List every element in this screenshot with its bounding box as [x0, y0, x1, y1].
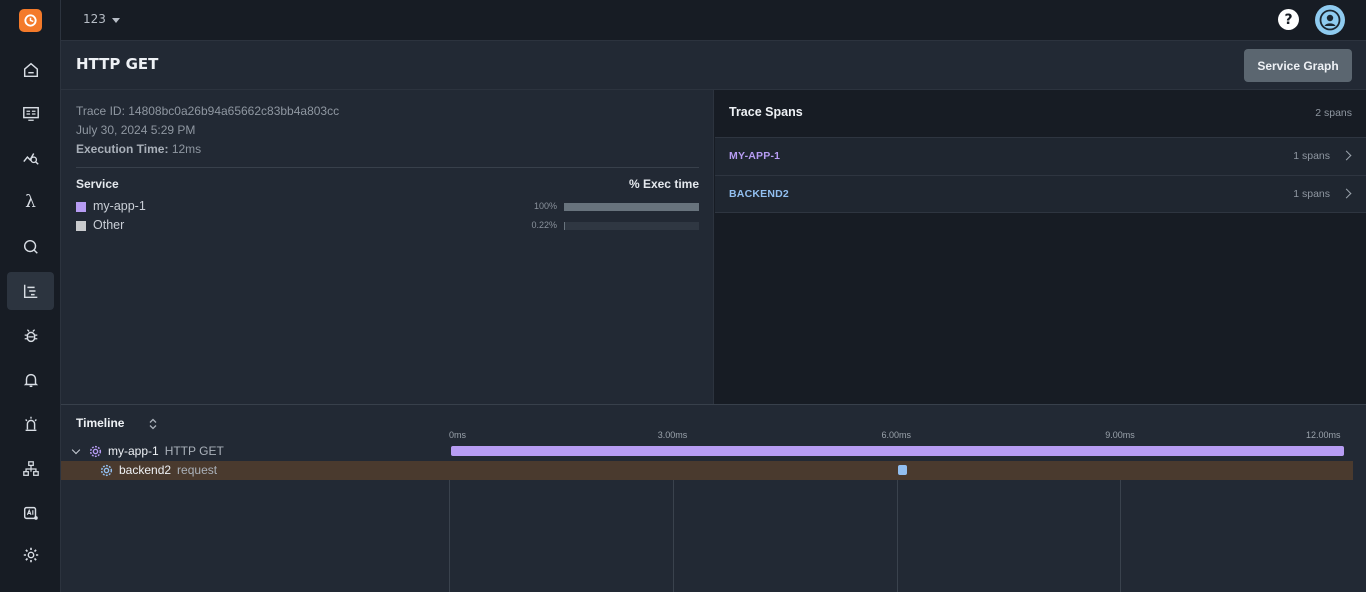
- trace-info-panel: Trace ID: 14808bc0a26b94a65662c83bb4a803…: [61, 90, 713, 404]
- topbar: 123 ?: [61, 0, 1366, 41]
- nav-ai-icon[interactable]: [7, 494, 54, 532]
- exec-bar-track: [564, 222, 699, 230]
- span-group-row[interactable]: BACKEND2 1 spans: [715, 175, 1366, 213]
- trace-spans-title: Trace Spans: [729, 105, 803, 119]
- trace-date: July 30, 2024 5:29 PM: [76, 123, 196, 137]
- service-exec-pct: 0.22%: [531, 220, 557, 230]
- service-row[interactable]: Other 0.22%: [76, 218, 699, 234]
- chevron-down-icon[interactable]: [71, 445, 81, 454]
- service-color-swatch: [76, 202, 86, 212]
- nav-topology-icon[interactable]: [7, 450, 54, 488]
- service-row[interactable]: my-app-1 100%: [76, 199, 699, 215]
- nav-alarm-icon[interactable]: [7, 405, 54, 443]
- chevron-right-icon: [1341, 188, 1352, 199]
- trace-spans-count: 2 spans: [1315, 107, 1352, 119]
- service-color-swatch: [76, 221, 86, 231]
- service-name: Other: [93, 218, 125, 232]
- span-group-row[interactable]: MY-APP-1 1 spans: [715, 137, 1366, 175]
- service-graph-button[interactable]: Service Graph: [1244, 49, 1352, 82]
- span-bar[interactable]: [451, 446, 1344, 456]
- timeline-service-name: backend2: [119, 463, 172, 477]
- timeline-operation: request: [177, 463, 218, 477]
- exec-bar-fill: [564, 203, 699, 211]
- timeline-tick-label: 12.00ms: [1306, 430, 1341, 440]
- span-group-name: MY-APP-1: [729, 150, 781, 162]
- service-name: my-app-1: [93, 199, 146, 213]
- exec-time-column-header: % Exec time: [628, 177, 699, 191]
- span-group-count: 1 spans: [1293, 188, 1330, 200]
- help-icon[interactable]: ?: [1278, 9, 1299, 30]
- nav-bell-icon[interactable]: [7, 361, 54, 399]
- exec-bar-track: [564, 203, 699, 211]
- timeline-gridline: [672, 461, 674, 592]
- timeline-service-name: my-app-1: [108, 444, 159, 458]
- timeline-operation: HTTP GET: [164, 444, 224, 458]
- timeline-gridline: [1120, 461, 1122, 592]
- span-group-name: BACKEND2: [729, 188, 789, 200]
- nav-traces-icon[interactable]: [7, 272, 54, 310]
- timeline-row[interactable]: backend2 request: [61, 461, 1353, 480]
- execution-time-label: Execution Time:: [76, 142, 169, 156]
- sidebar: λ: [0, 0, 61, 592]
- org-switcher[interactable]: 123: [83, 12, 120, 26]
- page-header: HTTP GET Service Graph: [61, 41, 1366, 90]
- divider: [76, 167, 699, 168]
- span-group-count: 1 spans: [1293, 150, 1330, 162]
- app-logo-icon[interactable]: [19, 9, 42, 32]
- timeline-tick-label: 9.00ms: [1105, 430, 1135, 440]
- timeline-tick-label: 0ms: [449, 430, 467, 440]
- timeline-panel: Timeline 0ms 3.00ms 6.00ms 9.00ms 12.00ms my…: [61, 404, 1366, 592]
- chevron-down-icon: [111, 17, 120, 23]
- service-cog-icon: [100, 464, 113, 476]
- timeline-gridline: [449, 461, 450, 592]
- span-bar[interactable]: [897, 465, 907, 475]
- nav-settings-gear-icon[interactable]: [7, 536, 54, 574]
- service-column-header: Service: [76, 177, 119, 191]
- timeline-tick-label: 6.00ms: [881, 430, 912, 440]
- timeline-row-label: backend2 request: [100, 463, 217, 477]
- service-exec-pct: 100%: [533, 201, 557, 211]
- page-title: HTTP GET: [76, 55, 159, 73]
- nav-metrics-icon[interactable]: [7, 139, 54, 177]
- avatar[interactable]: [1315, 5, 1345, 35]
- nav-home-icon[interactable]: [7, 51, 54, 89]
- timeline-title: Timeline: [76, 416, 125, 430]
- execution-time-value: 12ms: [171, 142, 202, 156]
- timeline-row[interactable]: my-app-1 HTTP GET: [61, 442, 1353, 461]
- timeline-row-label: my-app-1 HTTP GET: [71, 444, 224, 458]
- execution-time: Execution Time: 12ms: [76, 142, 201, 156]
- user-icon: [1319, 9, 1341, 31]
- nav-bug-icon[interactable]: [7, 317, 54, 355]
- org-name: 123: [83, 12, 106, 26]
- service-cog-icon: [89, 445, 102, 457]
- nav-dashboard-icon[interactable]: [7, 95, 54, 133]
- chevron-right-icon: [1341, 150, 1352, 161]
- timeline-tick-label: 3.00ms: [657, 430, 688, 440]
- nav-functions-icon[interactable]: λ: [7, 183, 54, 221]
- timeline-gridline: [896, 461, 898, 592]
- trace-spans-panel: Trace Spans 2 spans MY-APP-1 1 spans BAC…: [713, 90, 1366, 404]
- sort-icon[interactable]: [149, 418, 157, 430]
- trace-id: Trace ID: 14808bc0a26b94a65662c83bb4a803…: [76, 104, 340, 118]
- nav-search-icon[interactable]: [7, 228, 54, 266]
